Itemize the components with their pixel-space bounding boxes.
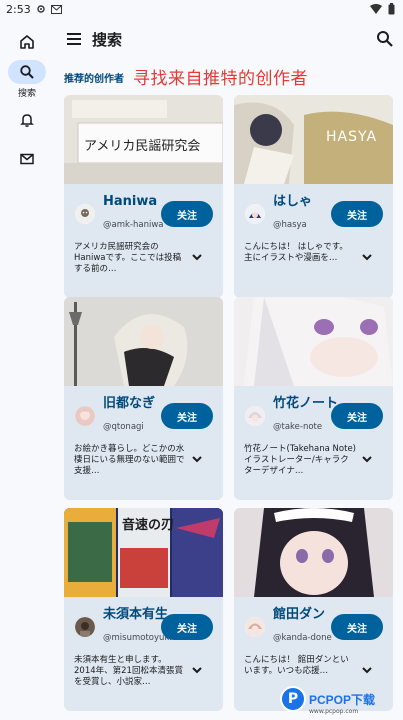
creator-bio: 未須本有生と申します。2014年、第21回松本清張賞を受賞し、小説家… xyxy=(74,655,183,687)
search-icon xyxy=(20,65,34,79)
creator-bio: こんにちは！ 館田ダンといいます。いつも応援… xyxy=(244,655,349,676)
creator-bio: 竹花ノート(Takehana Note)イラストレーター/キャラクターデザイナ… xyxy=(244,444,356,476)
rail-label-search: 搜索 xyxy=(17,89,36,99)
avatar xyxy=(75,617,95,637)
chevron-down-icon[interactable] xyxy=(360,452,374,466)
rail-item-search[interactable] xyxy=(8,60,46,84)
status-left: 2:53 xyxy=(6,3,62,16)
chevron-down-icon[interactable] xyxy=(190,663,204,677)
creator-handle: @kanda-done xyxy=(273,633,332,643)
avatar xyxy=(245,406,265,426)
follow-button[interactable]: 关注 xyxy=(161,403,213,429)
creator-bio: アメリカ民謡研究会の Haniwaです。ここでは投稿する前の… xyxy=(74,242,182,274)
rail-item-home[interactable] xyxy=(8,30,46,54)
creator-card[interactable]: 音速の刃 未須本有生 @misumotoyuki 关注 未須本有生と申します。2… xyxy=(64,508,223,711)
creator-card[interactable]: 旧都なぎ @qtonagi 关注 お絵かき暮らし。どこかの水棲日にいる無理のない… xyxy=(64,297,223,500)
creator-handle: @qtonagi xyxy=(103,422,144,432)
wifi-icon xyxy=(370,4,382,14)
card-banner xyxy=(64,297,223,386)
creator-card[interactable]: HASYA はしゃ @hasya 关注 こんにちは！ はしゃです。主にイラストや… xyxy=(234,95,393,298)
watermark-text: PCPOP下载 xyxy=(309,692,376,707)
navigation-rail: 搜索 xyxy=(0,18,54,720)
gmail-icon xyxy=(50,4,62,14)
watermark-logo: P xyxy=(280,686,306,712)
card-banner: HASYA xyxy=(234,95,393,184)
card-banner xyxy=(234,508,393,597)
top-app-bar: 搜索 xyxy=(54,18,403,60)
section-caption: 寻找来自推特的创作者 xyxy=(133,69,308,89)
banner-text: HASYA xyxy=(326,129,378,145)
creator-handle: @misumotoyuki xyxy=(103,633,172,643)
creator-bio: お絵かき暮らし。どこかの水棲日にいる無理のない範囲で支援… xyxy=(74,444,185,476)
creator-card[interactable]: 館田ダン @kanda-done 关注 こんにちは！ 館田ダンといいます。いつも… xyxy=(234,508,393,711)
creator-handle: @hasya xyxy=(273,220,307,230)
card-banner: アメリカ民謡研究会 xyxy=(64,95,223,184)
gear-icon xyxy=(37,5,45,13)
banner-text: アメリカ民謡研究会 xyxy=(84,139,201,154)
chevron-down-icon[interactable] xyxy=(190,250,204,264)
rail-item-messages[interactable] xyxy=(8,147,46,171)
creator-card[interactable]: 竹花ノート @take-note 关注 竹花ノート(Takehana Note)… xyxy=(234,297,393,500)
watermark-subtext: www.pcpop.com xyxy=(309,708,359,715)
chevron-down-icon[interactable] xyxy=(190,452,204,466)
follow-button[interactable]: 关注 xyxy=(161,201,213,227)
bell-icon xyxy=(20,114,34,127)
creator-handle: @amk-haniwa xyxy=(103,220,164,230)
page-title: 搜索 xyxy=(92,31,123,49)
follow-button[interactable]: 关注 xyxy=(331,403,383,429)
section-label: 推荐的创作者 xyxy=(64,74,124,85)
status-time: 2:53 xyxy=(6,2,31,16)
home-icon xyxy=(20,35,34,49)
avatar xyxy=(75,204,95,224)
menu-icon[interactable] xyxy=(64,29,84,49)
avatar xyxy=(75,406,95,426)
follow-button[interactable]: 关注 xyxy=(331,614,383,640)
card-banner xyxy=(234,297,393,386)
search-icon[interactable] xyxy=(375,29,395,49)
creator-bio: こんにちは！ はしゃです。主にイラストや漫画を… xyxy=(244,242,348,263)
battery-icon xyxy=(388,3,395,15)
creator-card[interactable]: アメリカ民謡研究会 Haniwa @amk-haniwa 关注 アメリカ民謡研究… xyxy=(64,95,223,298)
avatar xyxy=(245,204,265,224)
card-banner: 音速の刃 xyxy=(64,508,223,597)
mail-icon xyxy=(20,153,34,165)
creator-handle: @take-note xyxy=(273,422,323,432)
follow-button[interactable]: 关注 xyxy=(331,201,383,227)
chevron-down-icon[interactable] xyxy=(360,663,374,677)
avatar xyxy=(245,617,265,637)
status-bar: 2:53 xyxy=(0,0,403,18)
banner-text: 音速の刃 xyxy=(122,518,175,533)
rail-item-notifications[interactable] xyxy=(8,108,46,132)
status-right xyxy=(370,3,395,15)
follow-button[interactable]: 关注 xyxy=(161,614,213,640)
chevron-down-icon[interactable] xyxy=(360,250,374,264)
